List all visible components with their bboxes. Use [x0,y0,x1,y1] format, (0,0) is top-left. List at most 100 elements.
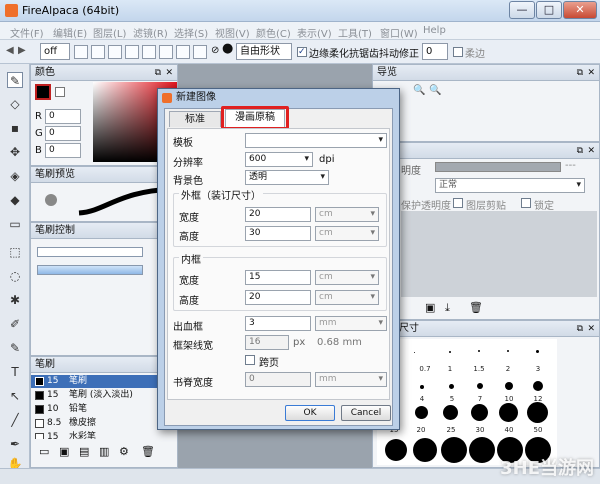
g-input[interactable]: 0 [45,126,81,141]
brush-list-item[interactable]: 15 水彩笔 [31,431,175,439]
grid-icon[interactable] [125,45,139,59]
size-dot[interactable] [469,437,495,463]
trash-icon[interactable]: 🗑 [141,445,155,458]
dot-tool-icon[interactable]: ▪ [7,120,23,136]
minimize-button[interactable]: — [509,1,535,19]
settings-icon[interactable]: ⚙ [119,445,129,458]
folder-icon[interactable]: ▤ [79,445,89,458]
size-dot[interactable] [443,405,458,420]
brush-list-item[interactable]: 15 笔刷 (淡入淡出) [31,389,175,402]
menu-display[interactable]: 表示(V) [297,25,332,40]
select-eraser-icon[interactable]: ✎ [7,340,23,356]
soft-edge-checkbox[interactable] [453,47,463,57]
layer-copy-icon[interactable]: ▣ [425,301,435,314]
grid-icon[interactable] [142,45,156,59]
gradient-tool-icon[interactable]: ▭ [7,216,23,232]
pen-tool-icon[interactable]: ✎ [7,72,23,88]
dot-icon[interactable]: ● [222,41,233,56]
inner-width-unit-select[interactable]: cm [315,270,379,285]
layer-merge-icon[interactable]: ⤓ [445,301,450,315]
float-icon[interactable]: ⧉ [155,66,161,81]
grid-icon[interactable] [91,45,105,59]
frame-line-input[interactable]: 16 [245,335,289,350]
snap-off-icon[interactable]: ⊘ [211,45,219,56]
close-icon[interactable]: ✕ [587,66,595,81]
layer-list[interactable] [401,211,597,297]
grid-icon[interactable] [176,45,190,59]
zoom-out-icon[interactable]: 🔍 [429,85,441,96]
close-icon[interactable]: ✕ [587,322,595,337]
menu-color[interactable]: 颜色(C) [256,25,291,40]
grid-icon[interactable] [193,45,207,59]
spread-checkbox[interactable] [245,355,255,365]
select-pen-icon[interactable]: ✐ [7,316,23,332]
outer-width-input[interactable]: 20 [245,207,311,222]
brush-list-item[interactable]: 8.5 橡皮擦 [31,417,175,430]
eraser-tool-icon[interactable]: ◇ [7,96,23,112]
prev-arrow-icon[interactable]: ◀ [6,45,14,56]
size-dot[interactable] [533,381,543,391]
duplicate-brush-icon[interactable]: ▣ [59,445,69,458]
toggle-off-button[interactable]: off [40,43,70,60]
shape-select[interactable]: 自由形状 [236,43,292,60]
menu-select[interactable]: 选择(S) [174,25,208,40]
menu-layer[interactable]: 图层(L) [93,25,126,40]
inner-width-input[interactable]: 15 [245,270,311,285]
b-input[interactable]: 0 [45,143,81,158]
size-dot[interactable] [415,406,428,419]
clip-checkbox[interactable] [453,198,463,208]
size-dot[interactable] [471,404,488,421]
secondary-color-swatch[interactable] [55,87,65,97]
stabilizer-select[interactable]: 0 [422,43,448,60]
size-dot[interactable] [449,384,454,389]
brush-list-item[interactable]: 10 铅笔 [31,403,175,416]
size-dot[interactable] [536,350,539,353]
select-tool-icon[interactable]: ⬚ [7,244,23,260]
inner-height-input[interactable]: 20 [245,290,311,305]
text-tool-icon[interactable]: T [7,364,23,380]
operation-tool-icon[interactable]: ↖ [7,388,23,404]
move-tool-icon[interactable]: ✥ [7,144,23,160]
grid-icon[interactable] [108,45,122,59]
menu-view[interactable]: 视图(V) [215,25,250,40]
tab-standard[interactable]: 标准 [169,111,221,127]
size-dot[interactable] [499,403,518,422]
eyedropper-tool-icon[interactable]: ✒ [7,436,23,452]
size-dot[interactable] [385,439,407,461]
outer-height-input[interactable]: 30 [245,226,311,241]
spine-unit-select[interactable]: mm [315,372,387,387]
close-icon[interactable]: ✕ [165,66,173,81]
brush-opacity-slider[interactable] [37,265,143,275]
resolution-select[interactable]: 600 [245,152,313,167]
grid-icon[interactable] [159,45,173,59]
zoom-in-icon[interactable]: 🔍 [413,85,425,96]
float-icon[interactable]: ⧉ [577,322,583,337]
float-icon[interactable]: ⧉ [577,66,583,81]
bg-color-select[interactable]: 透明 [245,170,329,185]
bleed-input[interactable]: 3 [245,316,311,331]
cancel-button[interactable]: Cancel [341,405,391,421]
size-dot[interactable] [477,383,483,389]
divide-tool-icon[interactable]: ╱ [7,412,23,428]
size-dot[interactable] [414,352,415,353]
antialias-checkbox[interactable] [297,47,307,57]
size-dot[interactable] [413,438,437,462]
size-dot[interactable] [478,350,480,352]
inner-height-unit-select[interactable]: cm [315,290,379,305]
maximize-button[interactable]: □ [536,1,562,19]
menu-file[interactable]: 文件(F) [10,25,44,40]
close-icon[interactable]: ✕ [587,144,595,159]
lasso-tool-icon[interactable]: ◌ [7,268,23,284]
bleed-unit-select[interactable]: mm [315,316,387,331]
close-button[interactable]: ✕ [563,1,597,19]
bucket-tool-icon[interactable]: ◆ [7,192,23,208]
template-select[interactable] [245,133,387,148]
fill-tool-icon[interactable]: ◈ [7,168,23,184]
copy-icon[interactable]: ▥ [99,445,109,458]
magic-wand-icon[interactable]: ✱ [7,292,23,308]
lock-checkbox[interactable] [521,198,531,208]
menu-tools[interactable]: 工具(T) [338,25,372,40]
outer-height-unit-select[interactable]: cm [315,226,379,241]
outer-width-unit-select[interactable]: cm [315,207,379,222]
layer-trash-icon[interactable]: 🗑 [469,301,483,314]
